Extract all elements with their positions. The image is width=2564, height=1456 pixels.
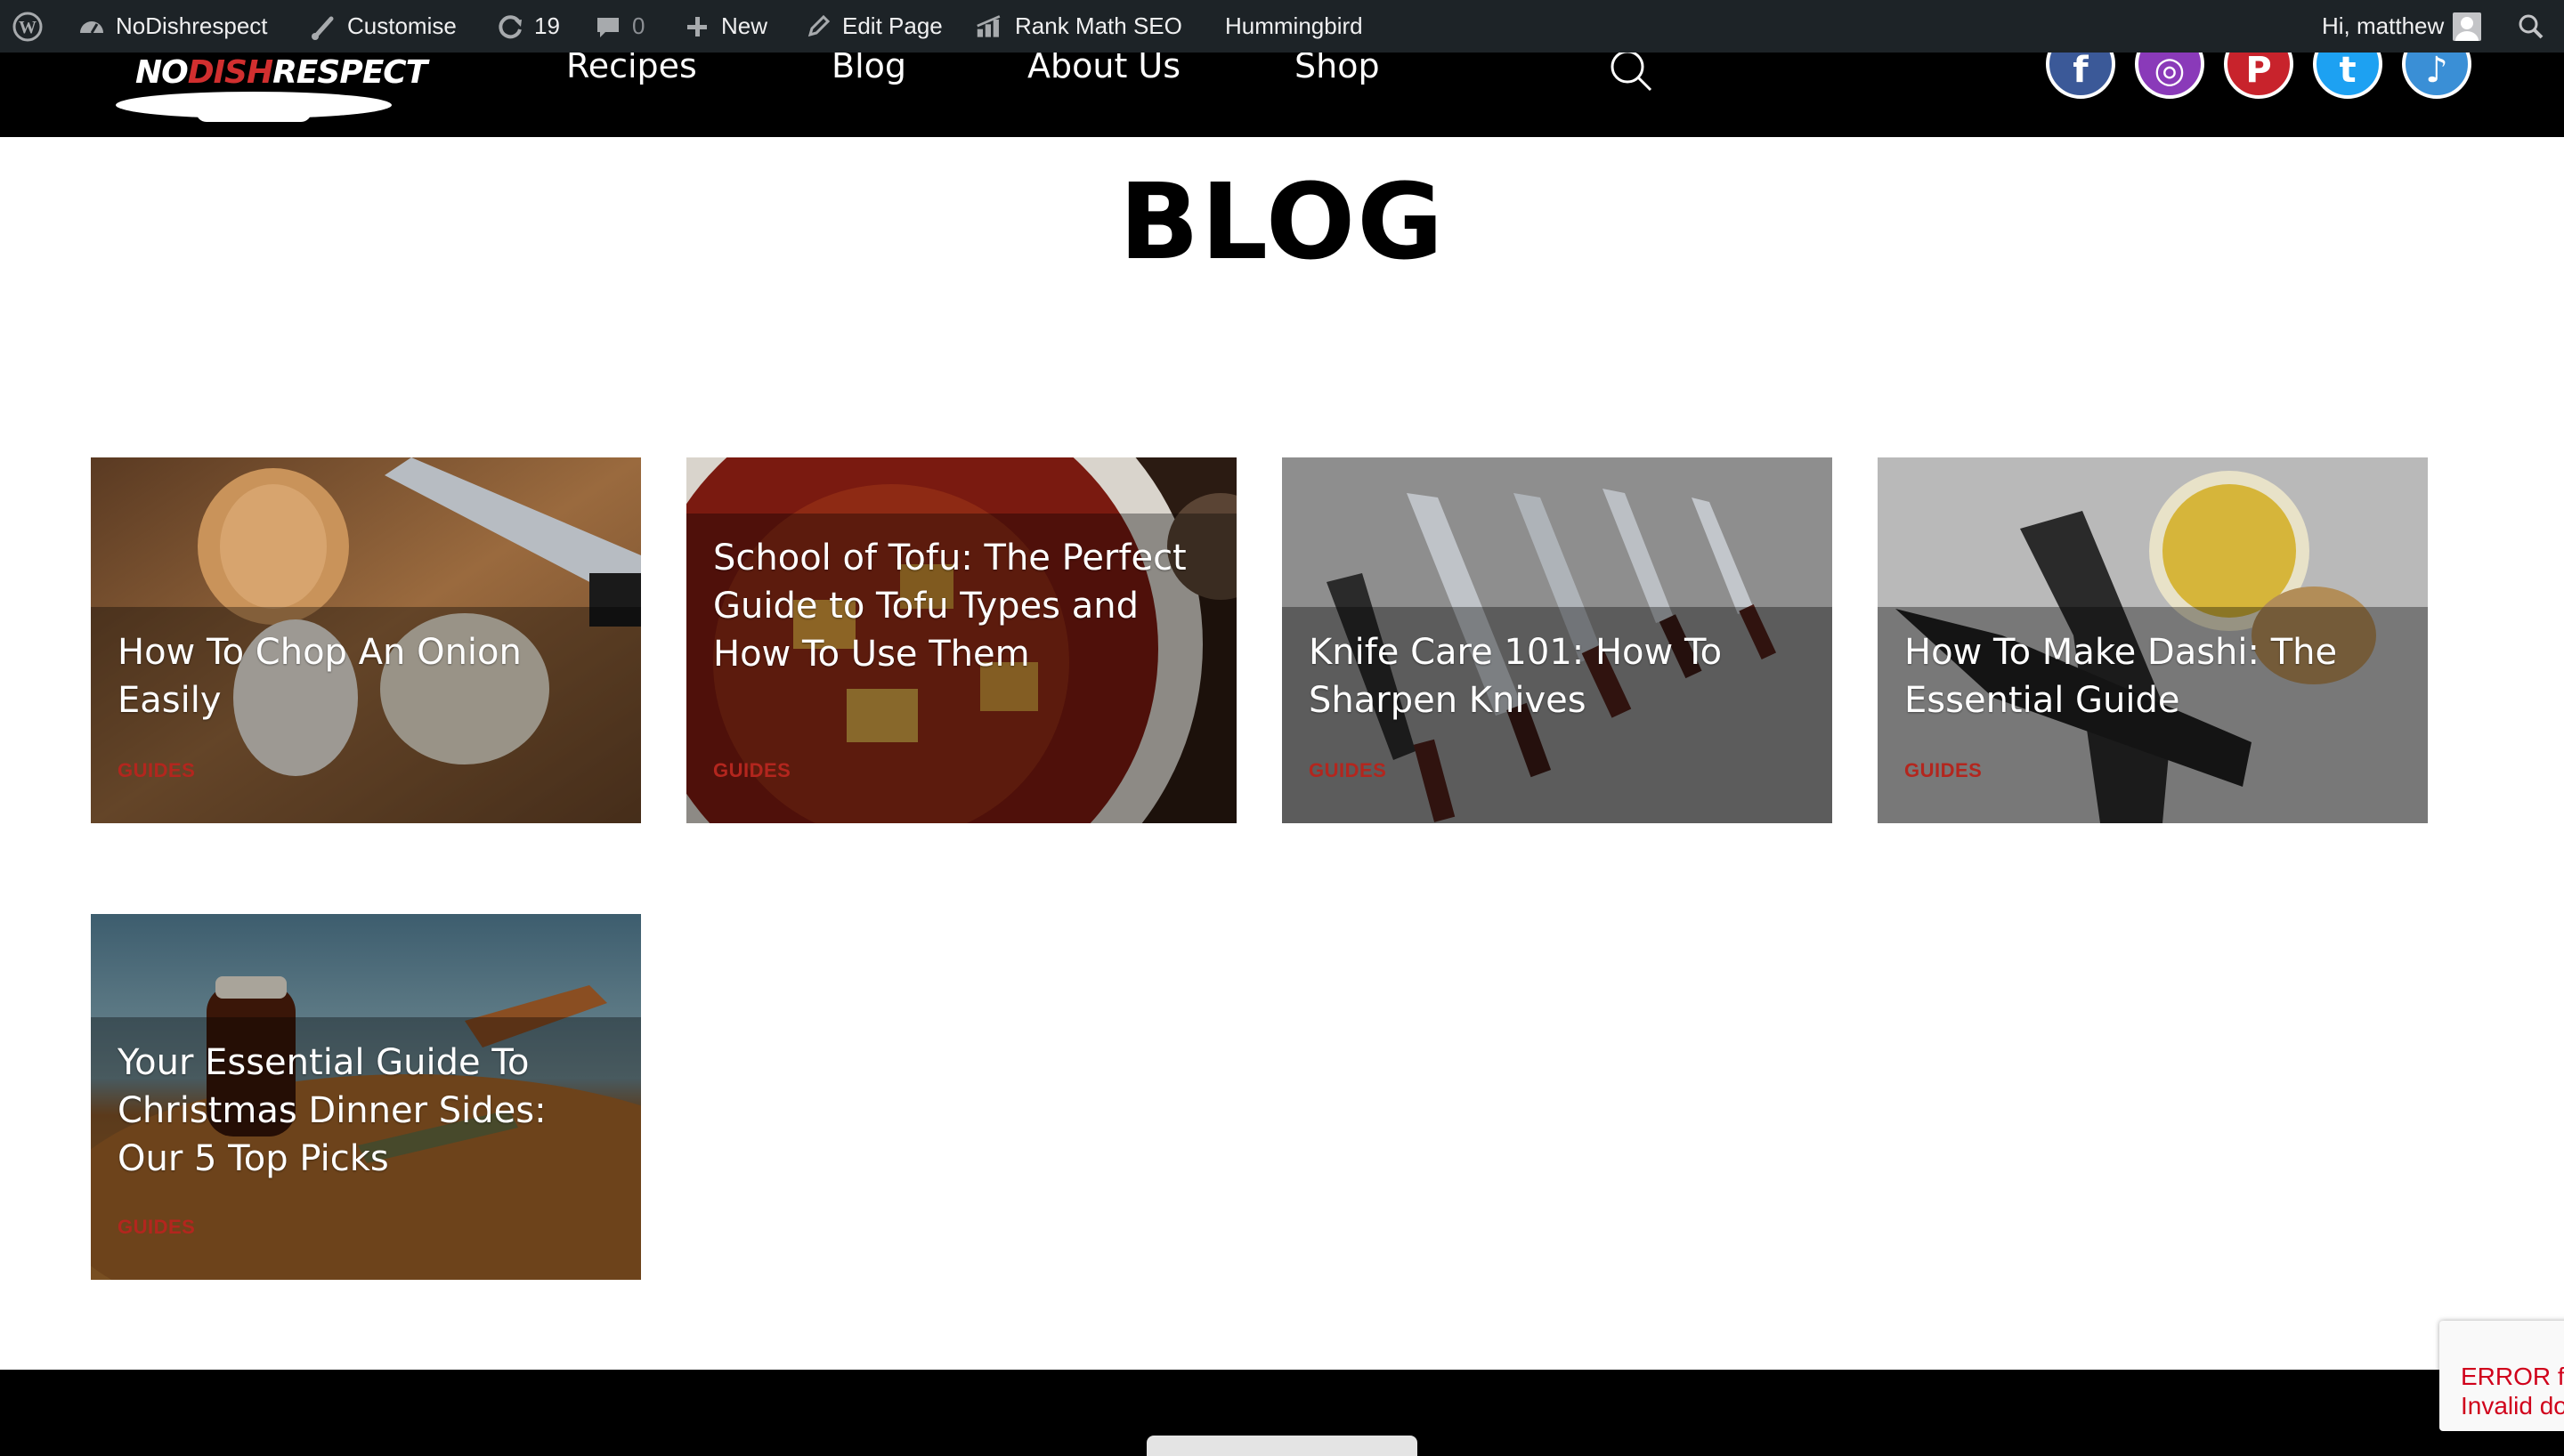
user-greeting: Hi, matthew [2322,12,2445,39]
logo-text: NODISHRESPECT [135,54,427,91]
post-card-chop-onion[interactable]: How To Chop An Onion Easily GUIDES [91,457,641,823]
updates-count: 19 [534,12,560,39]
new-label: New [721,12,768,39]
post-category[interactable]: GUIDES [713,759,791,782]
avatar [2453,12,2482,41]
admin-search-button[interactable] [2516,0,2546,53]
updates-link[interactable]: 19 [495,0,560,53]
site-footer [0,1370,2564,1456]
post-card-dashi[interactable]: How To Make Dashi: The Essential Guide G… [1878,457,2428,823]
post-title[interactable]: How To Chop An Onion Easily [118,628,614,724]
post-card-christmas-sides[interactable]: Your Essential Guide To Christmas Dinner… [91,914,641,1280]
nav-link-shop[interactable]: Shop [1294,53,1380,83]
footer-tab[interactable] [1147,1436,1417,1456]
tiktok-icon[interactable]: ♪ [2402,53,2471,99]
svg-text:W: W [19,18,37,37]
post-title[interactable]: Knife Care 101: How To Sharpen Knives [1309,628,1805,724]
search-icon[interactable] [1608,53,1654,97]
comments-link[interactable]: 0 [593,0,645,53]
plus-icon [682,12,712,42]
twitter-glyph: t [2339,53,2357,91]
logo-text-dish: DISH [187,54,273,91]
admin-bar: W NoDishrespect Customise 19 0 New Edit … [0,0,2564,53]
wordpress-logo-icon: W [12,12,43,42]
rank-math-menu[interactable]: Rank Math SEO [976,0,1182,53]
new-content-menu[interactable]: New [682,0,767,53]
post-title[interactable]: Your Essential Guide To Christmas Dinner… [118,1039,614,1183]
facebook-icon[interactable]: f [2046,53,2115,99]
tiktok-glyph: ♪ [2425,53,2448,91]
site-name-menu[interactable]: NoDishrespect [77,0,268,53]
paintbrush-icon [308,12,338,42]
refresh-icon [495,12,525,42]
instagram-icon[interactable]: ◎ [2135,53,2204,99]
recaptcha-badge: ERROR fo Invalid do [2439,1321,2564,1431]
comments-count: 0 [632,12,645,39]
comment-bubble-icon [593,12,623,42]
dashboard-gauge-icon [77,12,107,42]
edit-page-link[interactable]: Edit Page [803,0,943,53]
logo-plate-base [196,111,312,122]
site-name: NoDishrespect [116,12,268,39]
pinterest-glyph: P [2245,53,2272,91]
recaptcha-error-line-2: Invalid do [2461,1392,2564,1420]
post-category[interactable]: GUIDES [1309,759,1386,782]
nav-link-recipes[interactable]: Recipes [566,53,697,83]
logo-text-no: NO [135,54,189,91]
pencil-icon [803,12,833,42]
wordpress-menu[interactable]: W [12,0,43,53]
site-header: NODISHRESPECT Recipes Blog About Us Shop… [0,53,2564,137]
hummingbird-label: Hummingbird [1225,12,1363,39]
hummingbird-menu[interactable]: Hummingbird [1225,0,1363,53]
customise-link[interactable]: Customise [308,0,457,53]
post-title[interactable]: School of Tofu: The Perfect Guide to Tof… [713,534,1210,678]
twitter-icon[interactable]: t [2313,53,2382,99]
post-card-knife-care[interactable]: Knife Care 101: How To Sharpen Knives GU… [1282,457,1832,823]
post-category[interactable]: GUIDES [118,1216,195,1239]
post-category[interactable]: GUIDES [1904,759,1982,782]
recaptcha-error-line-1: ERROR fo [2461,1363,2564,1390]
logo-text-respect: RESPECT [272,54,427,91]
nav-link-blog[interactable]: Blog [832,53,906,83]
edit-page-label: Edit Page [842,12,943,39]
pinterest-icon[interactable]: P [2224,53,2293,99]
rank-math-chart-icon [976,12,1006,42]
page-title: BLOG [1118,160,1446,283]
facebook-glyph: f [2073,53,2089,91]
search-icon [2516,12,2546,42]
rank-math-label: Rank Math SEO [1015,12,1182,39]
customise-label: Customise [347,12,457,39]
site-logo[interactable]: NODISHRESPECT [116,53,427,122]
post-category[interactable]: GUIDES [118,759,195,782]
instagram-glyph: ◎ [2154,53,2186,91]
my-account-menu[interactable]: Hi, matthew [2322,0,2482,53]
nav-link-about-us[interactable]: About Us [1027,53,1181,83]
post-title[interactable]: How To Make Dashi: The Essential Guide [1904,628,2401,724]
post-card-school-of-tofu[interactable]: School of Tofu: The Perfect Guide to Tof… [686,457,1237,823]
